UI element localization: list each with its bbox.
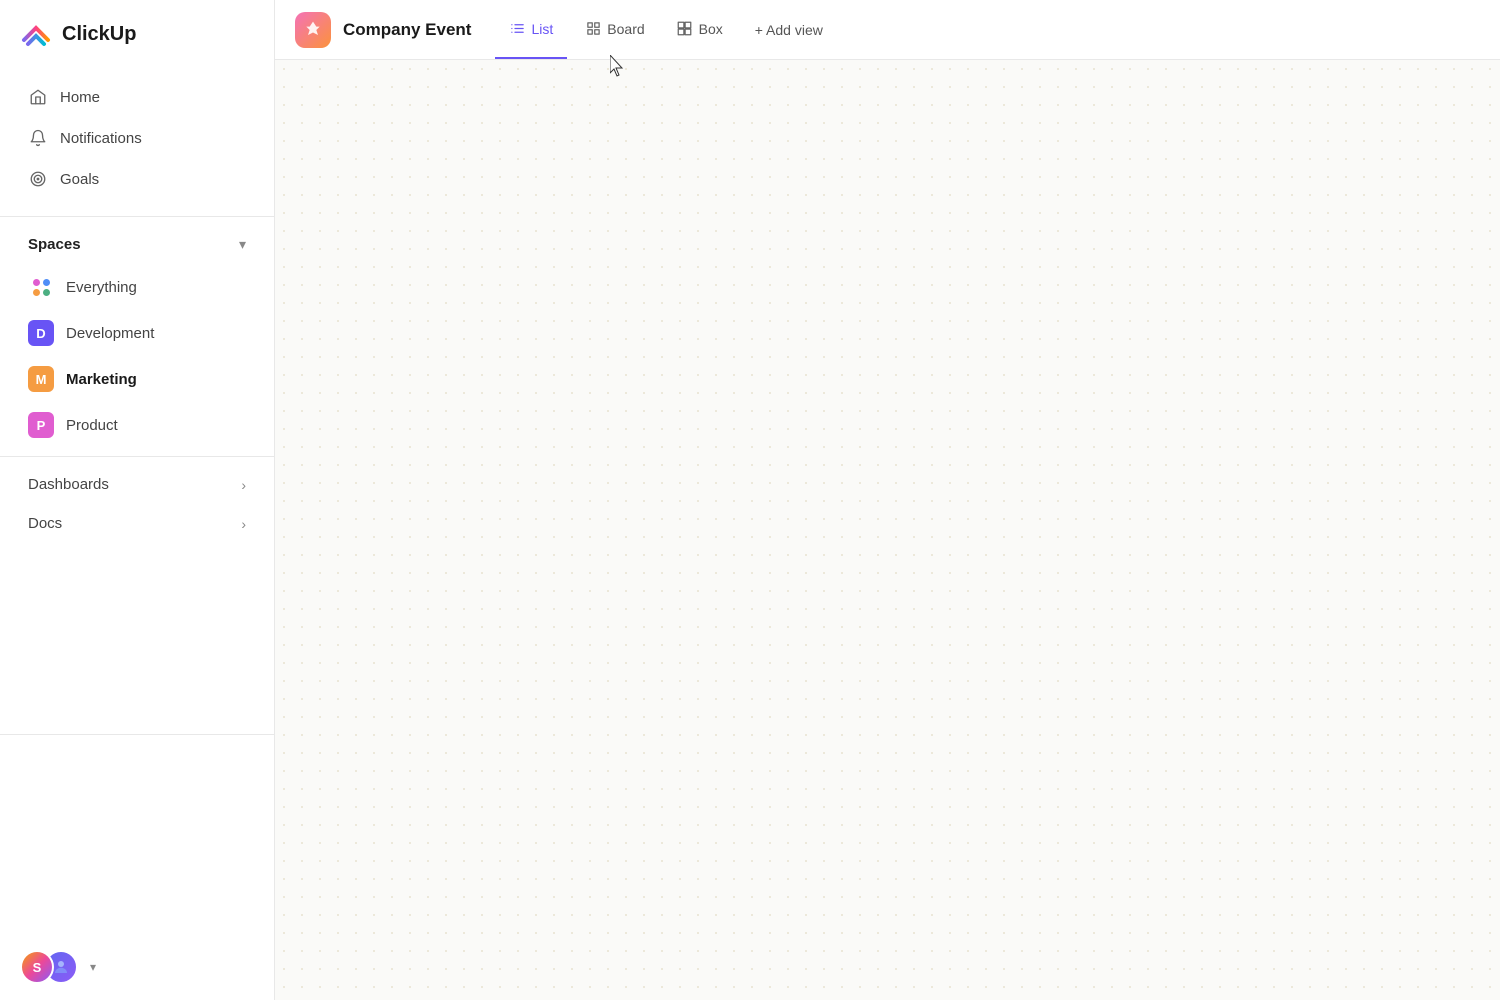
everything-label: Everything — [66, 279, 137, 296]
sidebar-item-dashboards[interactable]: Dashboards › — [8, 466, 266, 503]
clickup-logo-icon — [20, 18, 52, 50]
product-avatar: P — [28, 412, 54, 438]
bottom-divider — [0, 734, 274, 735]
tab-box[interactable]: Box — [663, 0, 737, 59]
main-content: Company Event List — [275, 0, 1500, 1000]
sidebar: ClickUp Home Notifications — [0, 0, 275, 1000]
product-label: Product — [66, 417, 118, 434]
home-icon — [28, 87, 48, 107]
sidebar-item-goals[interactable]: Goals — [8, 159, 266, 199]
spaces-section-header[interactable]: Spaces ▾ — [8, 226, 266, 263]
content-area — [275, 60, 1500, 1000]
spaces-divider — [0, 456, 274, 457]
sidebar-item-marketing[interactable]: M Marketing — [8, 357, 266, 401]
tab-list[interactable]: List — [495, 0, 567, 59]
primary-avatar: S — [20, 950, 54, 984]
dot-grid-background — [275, 60, 1500, 1000]
docs-label: Docs — [28, 515, 62, 532]
notifications-label: Notifications — [60, 130, 142, 147]
chevron-right-icon-docs: › — [241, 516, 246, 532]
company-event-icon — [295, 12, 331, 48]
sidebar-item-development[interactable]: D Development — [8, 311, 266, 355]
development-avatar: D — [28, 320, 54, 346]
goals-icon — [28, 169, 48, 189]
avatar-stack: S — [20, 950, 78, 984]
tab-list-label: List — [531, 21, 553, 37]
view-tabs: List Board — [495, 0, 836, 59]
user-profile-area[interactable]: S ▾ — [0, 934, 274, 1000]
add-view-label: + Add view — [755, 22, 823, 38]
board-icon — [585, 21, 601, 37]
sidebar-item-docs[interactable]: Docs › — [8, 505, 266, 542]
chevron-down-icon: ▾ — [239, 236, 246, 253]
logo-area[interactable]: ClickUp — [0, 0, 274, 68]
marketing-avatar: M — [28, 366, 54, 392]
sidebar-navigation: Home Notifications Goals — [0, 68, 274, 208]
bell-icon — [28, 128, 48, 148]
sidebar-item-everything[interactable]: Everything — [8, 265, 266, 309]
sidebar-item-notifications[interactable]: Notifications — [8, 118, 266, 158]
project-title: Company Event — [343, 20, 471, 40]
sidebar-item-product[interactable]: P Product — [8, 403, 266, 447]
sidebar-item-home[interactable]: Home — [8, 77, 266, 117]
marketing-label: Marketing — [66, 371, 137, 388]
list-icon — [509, 21, 525, 37]
tab-board[interactable]: Board — [571, 0, 658, 59]
dashboards-label: Dashboards — [28, 476, 109, 493]
user-chevron-icon: ▾ — [90, 960, 96, 974]
add-view-button[interactable]: + Add view — [741, 0, 837, 59]
tab-box-label: Box — [699, 21, 723, 37]
development-label: Development — [66, 325, 154, 342]
chevron-right-icon: › — [241, 477, 246, 493]
top-bar: Company Event List — [275, 0, 1500, 60]
spaces-label: Spaces — [28, 236, 81, 253]
nav-divider — [0, 216, 274, 217]
app-name: ClickUp — [62, 23, 136, 46]
home-label: Home — [60, 89, 100, 106]
goals-label: Goals — [60, 171, 99, 188]
tab-board-label: Board — [607, 21, 644, 37]
everything-dots-icon — [28, 274, 54, 300]
box-icon — [677, 21, 693, 37]
